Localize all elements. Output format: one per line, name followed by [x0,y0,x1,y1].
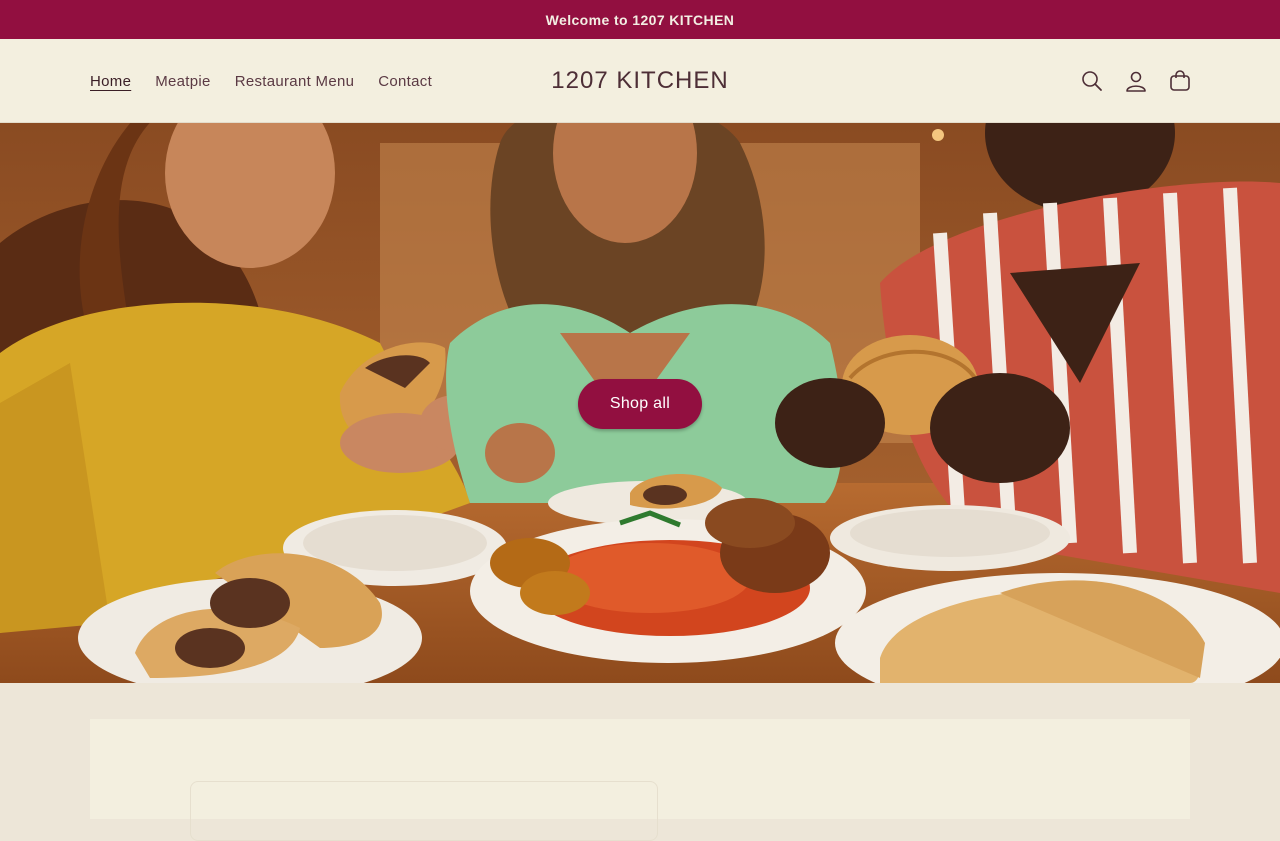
nav-link-contact[interactable]: Contact [378,73,432,90]
featured-section [0,683,1280,841]
announcement-text: Welcome to 1207 KITCHEN [545,11,735,28]
main-nav: Home Meatpie Restaurant Menu Contact [90,39,432,123]
search-icon[interactable] [1078,67,1106,95]
announcement-bar: Welcome to 1207 KITCHEN [0,0,1280,39]
nav-link-restaurant-menu[interactable]: Restaurant Menu [235,73,355,90]
header-icons [1078,39,1194,123]
site-logo[interactable]: 1207 KITCHEN [551,67,728,95]
featured-card-inner [190,781,658,841]
account-icon[interactable] [1122,67,1150,95]
hero-banner: Shop all [0,123,1280,683]
cart-icon[interactable] [1166,67,1194,95]
nav-link-meatpie[interactable]: Meatpie [155,73,210,90]
shop-all-button[interactable]: Shop all [578,379,702,429]
nav-link-home[interactable]: Home [90,73,131,90]
site-header: Home Meatpie Restaurant Menu Contact 120… [0,39,1280,123]
featured-card [90,719,1190,841]
